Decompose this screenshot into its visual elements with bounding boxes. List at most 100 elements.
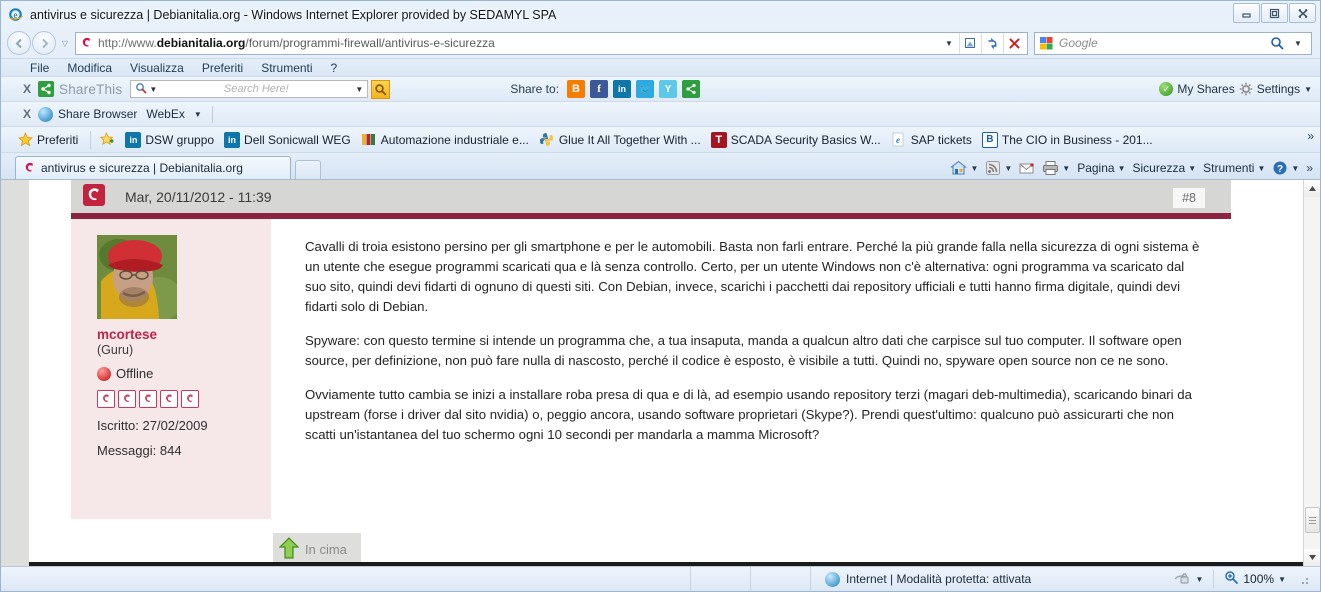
zoom-icon[interactable] — [1224, 570, 1239, 588]
feeds-caret-icon[interactable]: ▼ — [1004, 164, 1012, 173]
search-engine-caret[interactable]: ▼ — [149, 85, 157, 94]
page-caret-icon[interactable]: ▼ — [1118, 164, 1126, 173]
settings-caret-icon[interactable]: ▼ — [1304, 85, 1312, 94]
security-menu-button[interactable]: Sicurezza ▼ — [1130, 161, 1200, 175]
help-caret-icon[interactable]: ▼ — [1291, 164, 1299, 173]
scrollbar-thumb[interactable] — [1304, 507, 1320, 533]
linkedin-icon: in — [125, 131, 142, 148]
sharethis-search-input[interactable]: ▼ Search Here! ▼ — [130, 80, 369, 98]
menu-item-modifica[interactable]: Modifica — [58, 61, 121, 75]
settings-button[interactable]: Settings — [1257, 82, 1300, 96]
security-caret-icon[interactable]: ▼ — [1188, 164, 1196, 173]
refresh-button[interactable] — [981, 32, 1003, 54]
bookmark-automazione-industriale[interactable]: Automazione industriale e... — [361, 132, 529, 148]
home-button[interactable]: ▼ — [947, 160, 981, 176]
back-button[interactable] — [7, 31, 31, 55]
close-sharethis-toolbar-button[interactable]: X — [19, 82, 35, 96]
bookmark-scada-security-basics[interactable]: T SCADA Security Basics W... — [710, 131, 881, 148]
help-menu-button[interactable]: ? ▼ — [1269, 160, 1302, 176]
address-input[interactable]: http://www.debianitalia.org/forum/progra… — [75, 31, 1028, 55]
bookmark-label: SCADA Security Basics W... — [730, 132, 881, 147]
bookmark-dsw-gruppo[interactable]: in DSW gruppo — [125, 131, 214, 148]
close-button[interactable] — [1289, 3, 1316, 23]
globe-icon — [825, 571, 840, 587]
post-author-name[interactable]: mcortese — [97, 327, 271, 342]
recent-pages-caret[interactable]: ▽ — [58, 39, 72, 48]
bookmark-sap-tickets[interactable]: e SAP tickets — [891, 132, 972, 148]
zoom-level-label[interactable]: 100% — [1243, 572, 1274, 586]
status-divider — [1213, 570, 1215, 588]
vertical-scrollbar[interactable] — [1303, 180, 1320, 566]
close-webex-toolbar-button[interactable]: X — [19, 107, 35, 121]
bookmark-the-cio-in-business[interactable]: B The CIO in Business - 201... — [981, 131, 1153, 148]
menu-item-help[interactable]: ? — [322, 61, 347, 75]
print-caret-icon[interactable]: ▼ — [1062, 164, 1070, 173]
bookmark-glue-it-all-together[interactable]: Glue It All Together With ... — [539, 132, 701, 148]
compatibility-view-icon[interactable] — [959, 32, 981, 54]
browser-window: e antivirus e sicurezza | Debianitalia.o… — [0, 0, 1321, 592]
mail-button[interactable] — [1016, 162, 1038, 175]
window-resize-grip[interactable] — [1296, 572, 1310, 586]
yammer-icon[interactable]: Y — [659, 80, 678, 98]
post-body: mcortese (Guru) Offline Iscritto: 27/02/… — [71, 219, 1231, 519]
command-bar-overflow-icon[interactable]: » — [1303, 161, 1316, 175]
share-browser-button[interactable]: Share Browser — [58, 107, 137, 121]
home-caret-icon[interactable]: ▼ — [970, 164, 978, 173]
url-path: /forum/programmi-firewall/antivirus-e-si… — [245, 36, 495, 50]
scroll-up-button[interactable] — [1303, 180, 1320, 197]
tools-menu-button[interactable]: Strumenti ▼ — [1200, 161, 1268, 175]
debian-swirl-icon — [83, 184, 105, 209]
post-date: Mar, 20/11/2012 - 11:39 — [125, 188, 272, 205]
scroll-down-button[interactable] — [1303, 549, 1320, 566]
privacy-caret-icon[interactable]: ▼ — [1195, 575, 1203, 584]
sharethis-share-icon[interactable] — [682, 80, 701, 98]
zoom-caret-icon[interactable]: ▼ — [1278, 575, 1286, 584]
post-number[interactable]: #8 — [1173, 188, 1205, 208]
status-progress-area — [691, 567, 751, 591]
search-provider-caret[interactable]: ▼ — [1288, 39, 1308, 48]
add-to-favorites-bar-button[interactable] — [99, 132, 115, 148]
print-button[interactable]: ▼ — [1039, 160, 1073, 176]
offline-status-icon — [97, 366, 111, 381]
brighttalk-icon: B — [981, 131, 998, 148]
my-shares-button[interactable]: My Shares — [1177, 82, 1234, 96]
menu-item-visualizza[interactable]: Visualizza — [121, 61, 193, 75]
security-zone-indicator[interactable]: Internet | Modalità protetta: attivata — [811, 571, 1173, 587]
search-input[interactable]: Google ▼ — [1034, 31, 1312, 55]
sharethis-search-caret[interactable]: ▼ — [355, 85, 363, 94]
linkedin-icon[interactable]: in — [613, 80, 632, 98]
favorites-label: Preferiti — [37, 132, 79, 147]
restore-button[interactable] — [1261, 3, 1288, 23]
address-dropdown-caret[interactable]: ▼ — [939, 39, 959, 48]
tools-caret-icon[interactable]: ▼ — [1257, 164, 1265, 173]
back-to-top-label: In cima — [305, 542, 347, 557]
menu-item-file[interactable]: File — [21, 61, 58, 75]
favorites-button[interactable]: Preferiti — [17, 132, 78, 148]
share-to-label: Share to: — [510, 82, 560, 96]
favorites-overflow-icon[interactable]: » — [1307, 129, 1314, 143]
bookmark-dell-sonicwall-weg[interactable]: in Dell Sonicwall WEG — [224, 131, 351, 148]
tab-antivirus-e-sicurezza[interactable]: antivirus e sicurezza | Debianitalia.org — [15, 156, 291, 179]
blogger-icon[interactable]: B — [567, 80, 586, 98]
page-menu-button[interactable]: Pagina ▼ — [1074, 161, 1128, 175]
forward-button[interactable] — [32, 31, 56, 55]
ie-icon: e — [891, 132, 907, 148]
page-viewport: Mar, 20/11/2012 - 11:39 #8 mcortese (Gur… — [1, 179, 1320, 566]
privacy-report-icon[interactable] — [1173, 570, 1191, 589]
feeds-button[interactable]: ▼ — [982, 160, 1015, 176]
webex-caret-icon[interactable]: ▼ — [194, 110, 202, 119]
stop-button[interactable] — [1003, 32, 1025, 54]
minimize-button[interactable] — [1233, 3, 1260, 23]
scrollbar-track[interactable] — [1303, 197, 1320, 549]
post-author-status: Offline — [97, 366, 271, 381]
menu-item-preferiti[interactable]: Preferiti — [193, 61, 252, 75]
new-tab-button[interactable] — [295, 160, 321, 179]
search-placeholder: Google — [1059, 36, 1098, 50]
search-go-icon[interactable] — [1266, 33, 1288, 54]
sharethis-search-button[interactable] — [371, 79, 391, 99]
twitter-icon[interactable]: 🐦 — [636, 80, 655, 98]
facebook-icon[interactable]: f — [590, 80, 609, 98]
favorites-bar: Preferiti in DSW gruppo in Dell Sonicwal… — [1, 126, 1320, 152]
menu-item-strumenti[interactable]: Strumenti — [252, 61, 321, 75]
webex-menu-button[interactable]: WebEx — [146, 107, 184, 121]
